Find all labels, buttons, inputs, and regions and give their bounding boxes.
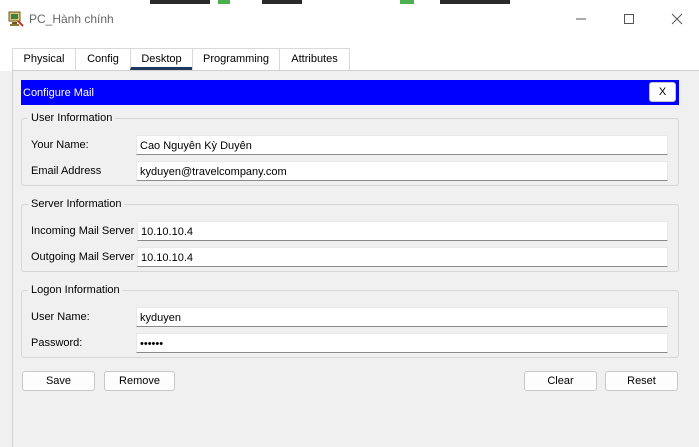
your-name-label: Your Name:: [31, 139, 89, 151]
remove-button[interactable]: Remove: [104, 371, 175, 391]
tab-strip: Physical Config Desktop Programming Attr…: [0, 38, 699, 71]
maximize-button[interactable]: [609, 7, 649, 31]
maximize-icon: [624, 14, 634, 24]
tab-programming[interactable]: Programming: [192, 48, 280, 70]
top-decoration: [440, 0, 510, 4]
incoming-mail-server-label: Incoming Mail Server: [31, 225, 135, 237]
server-information-title: Server Information: [28, 197, 125, 212]
window-titlebar: PC_Hành chính: [0, 0, 699, 38]
minimize-icon: [576, 18, 586, 20]
logon-information-title: Logon Information: [28, 283, 123, 298]
tab-desktop[interactable]: Desktop: [130, 48, 193, 70]
top-decoration: [400, 0, 414, 4]
top-decoration: [218, 0, 230, 4]
window-title: PC_Hành chính: [29, 12, 114, 26]
close-icon: [671, 13, 683, 25]
dialog-header: Configure Mail X: [21, 80, 679, 105]
password-label: Password:: [31, 337, 83, 349]
clear-button[interactable]: Clear: [524, 371, 597, 391]
user-name-label: User Name:: [31, 311, 90, 323]
top-decoration: [150, 0, 210, 4]
outgoing-mail-server-input[interactable]: [137, 247, 668, 267]
tab-attributes[interactable]: Attributes: [279, 48, 350, 70]
top-decoration: [262, 0, 302, 4]
email-address-input[interactable]: [136, 161, 668, 181]
minimize-button[interactable]: [561, 7, 601, 31]
dialog-close-button[interactable]: X: [649, 82, 676, 102]
save-button[interactable]: Save: [22, 371, 95, 391]
tab-config[interactable]: Config: [75, 48, 131, 70]
email-address-label: Email Address: [31, 165, 102, 177]
dialog-title: Configure Mail: [23, 87, 94, 99]
user-name-input[interactable]: [136, 307, 668, 327]
app-icon: [8, 11, 24, 27]
outgoing-mail-server-label: Outgoing Mail Server: [31, 251, 135, 263]
user-information-title: User Information: [28, 111, 116, 126]
close-window-button[interactable]: [657, 7, 697, 31]
incoming-mail-server-input[interactable]: [137, 221, 668, 241]
reset-button[interactable]: Reset: [605, 371, 678, 391]
your-name-input[interactable]: [136, 135, 668, 155]
password-input[interactable]: [136, 333, 668, 353]
tab-physical[interactable]: Physical: [12, 48, 76, 70]
